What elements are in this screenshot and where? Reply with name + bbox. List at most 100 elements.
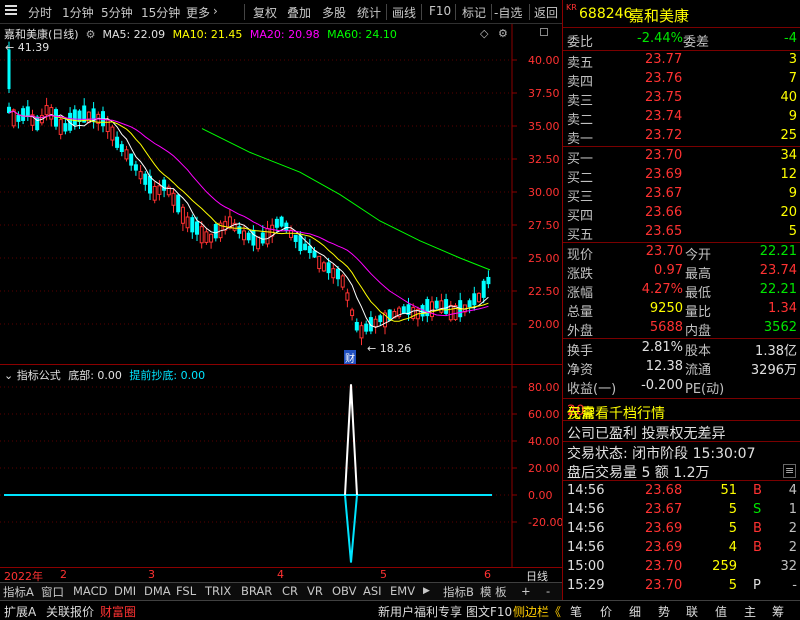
tabs-scroll-right-icon[interactable]: ▶ <box>423 586 430 596</box>
indicator-name[interactable]: 指标公式 <box>17 369 61 382</box>
order-book-row[interactable]: 卖三 23.75 40 <box>563 89 800 109</box>
candle-body <box>63 123 68 132</box>
level-label: 买四 <box>567 209 594 224</box>
menu-icon[interactable] <box>4 3 18 20</box>
fuquan-button[interactable]: 复权 <box>253 4 277 21</box>
statistics-button[interactable]: 统计 <box>357 4 381 21</box>
tab-trend[interactable]: 势 <box>658 603 670 620</box>
order-book-row[interactable]: 卖二 23.74 9 <box>563 108 800 128</box>
tab-detail[interactable]: 细 <box>629 603 641 620</box>
level-label: 卖四 <box>567 75 594 90</box>
tab-dma[interactable]: DMA <box>144 584 171 598</box>
tab-value[interactable]: 值 <box>715 603 727 620</box>
tab-obv[interactable]: OBV <box>332 584 356 598</box>
tab-main[interactable]: 主 <box>744 603 756 620</box>
order-book-row[interactable]: 买二 23.69 12 <box>563 166 800 186</box>
indicator-dropdown-icon[interactable]: ⌄ <box>4 369 13 382</box>
level-price: 23.69 <box>645 167 683 182</box>
tab-asi[interactable]: ASI <box>363 584 382 598</box>
overlay-button[interactable]: 叠加 <box>287 4 311 21</box>
candle-body <box>321 262 326 272</box>
tab-window[interactable]: 窗口 <box>41 584 64 600</box>
tab-linked[interactable]: 联 <box>686 603 698 620</box>
expand-a-button[interactable]: 扩展A <box>4 603 36 620</box>
indicator-panel[interactable]: 80.00 60.00 40.00 20.00 0.00 -20.00 ⌄ 指标公式 底部… <box>0 364 562 568</box>
period-tab-1min[interactable]: 1分钟 <box>62 4 94 21</box>
tab-fsl[interactable]: FSL <box>176 584 196 598</box>
candle-body <box>54 109 58 127</box>
candle-body <box>401 306 406 314</box>
weicha-value: -4 <box>784 31 797 46</box>
stat-value: -0.200 <box>641 378 683 393</box>
add-pane-button[interactable]: + <box>521 584 531 598</box>
tab-emv[interactable]: EMV <box>390 584 415 598</box>
after-hours-detail-icon[interactable]: ≡ <box>783 464 797 478</box>
tab-dmi[interactable]: DMI <box>114 584 136 598</box>
tab-macd[interactable]: MACD <box>73 584 107 598</box>
level2-promo[interactable]: 仅需 20 元查看千档行情 <box>563 401 800 422</box>
tab-vr[interactable]: VR <box>307 584 323 598</box>
weibi-value: -2.44% <box>637 31 683 46</box>
order-book-row[interactable]: 卖四 23.76 7 <box>563 70 800 90</box>
level-label: 卖二 <box>567 113 594 128</box>
candle-body <box>472 293 477 306</box>
f10-button[interactable]: F10 <box>429 4 451 18</box>
tick-row: 14:56 23.69 4 B 2 <box>563 539 800 558</box>
candle-body <box>242 230 246 241</box>
remove-pane-button[interactable]: - <box>546 584 550 598</box>
order-book-row[interactable]: 买一 23.70 34 <box>563 147 800 167</box>
diamond-icon[interactable]: ◇ <box>480 27 488 40</box>
stat-label: 股本 <box>685 344 712 359</box>
draw-line-button[interactable]: 画线 <box>392 4 416 21</box>
tab-template[interactable]: 模 板 <box>480 584 507 600</box>
tab-trix[interactable]: TRIX <box>205 584 231 598</box>
level-price: 23.76 <box>645 71 683 86</box>
tab-brar[interactable]: BRAR <box>241 584 272 598</box>
order-book-row[interactable]: 买五 23.65 5 <box>563 223 800 243</box>
settings-gear-icon[interactable]: ⚙ <box>82 28 99 41</box>
order-book-row[interactable]: 卖一 23.72 25 <box>563 127 800 147</box>
tick-row: 14:56 23.67 5 S 1 <box>563 501 800 520</box>
remove-watchlist-button[interactable]: -自选 <box>494 4 522 21</box>
order-book-row[interactable]: 买三 23.67 9 <box>563 185 800 205</box>
finance-marker[interactable]: 财 <box>344 350 356 365</box>
tab-indicator-b[interactable]: 指标B <box>443 584 474 600</box>
stat-value: 5688 <box>649 320 683 335</box>
linked-quote-button[interactable]: 关联报价 <box>46 603 94 620</box>
candle-body <box>148 175 152 194</box>
period-tab-15min[interactable]: 15分钟 <box>141 4 180 21</box>
order-book-row[interactable]: 买四 23.66 20 <box>563 204 800 224</box>
tick-volume: 4 <box>728 540 737 555</box>
multi-stock-button[interactable]: 多股 <box>322 4 346 21</box>
period-tab-5min[interactable]: 5分钟 <box>101 4 133 21</box>
period-tab-fenshi[interactable]: 分时 <box>28 4 52 21</box>
mark-button[interactable]: 标记 <box>462 4 486 21</box>
wealth-circle-button[interactable]: 财富圈 <box>100 603 136 620</box>
tab-cr[interactable]: CR <box>282 584 298 598</box>
maximize-icon[interactable] <box>540 28 548 36</box>
tick-time: 14:56 <box>567 483 605 498</box>
order-book-row[interactable]: 卖五 23.77 3 <box>563 51 800 71</box>
bottom-signal-spike <box>344 384 358 496</box>
stock-name: 嘉和美康 <box>629 7 690 25</box>
tab-ticks[interactable]: 笔 <box>570 603 582 620</box>
indicator-title-bar: ⌄ 指标公式 底部: 0.00 提前抄底: 0.00 <box>4 367 205 383</box>
sidebar-toggle[interactable]: 侧边栏《 <box>513 603 561 620</box>
tick-row: 15:29 23.70 5 P - <box>563 577 800 596</box>
candle-body <box>336 268 340 280</box>
tab-indicator-a[interactable]: 指标A <box>3 584 34 600</box>
price-tick-label: 40.00 <box>528 54 560 67</box>
tick-count: 2 <box>788 521 797 536</box>
settings-icon[interactable]: ⚙ <box>498 27 508 40</box>
f10-graphic-link[interactable]: 图文F10 <box>466 603 512 620</box>
back-button[interactable]: 返回 <box>534 4 558 21</box>
level-volume: 5 <box>788 224 797 239</box>
tab-price[interactable]: 价 <box>600 603 612 620</box>
tick-price: 23.69 <box>645 521 683 536</box>
candle-body <box>298 235 303 252</box>
tab-chips[interactable]: 筹 <box>772 603 784 620</box>
period-tab-more[interactable]: 更多 <box>186 4 210 21</box>
new-user-promo-link[interactable]: 新用户福利专享 <box>378 603 462 620</box>
kline-chart[interactable]: 40.00 37.50 35.00 32.50 30.00 27.50 25.00 22.50… <box>0 24 562 365</box>
stat-value: 9250 <box>649 301 683 316</box>
